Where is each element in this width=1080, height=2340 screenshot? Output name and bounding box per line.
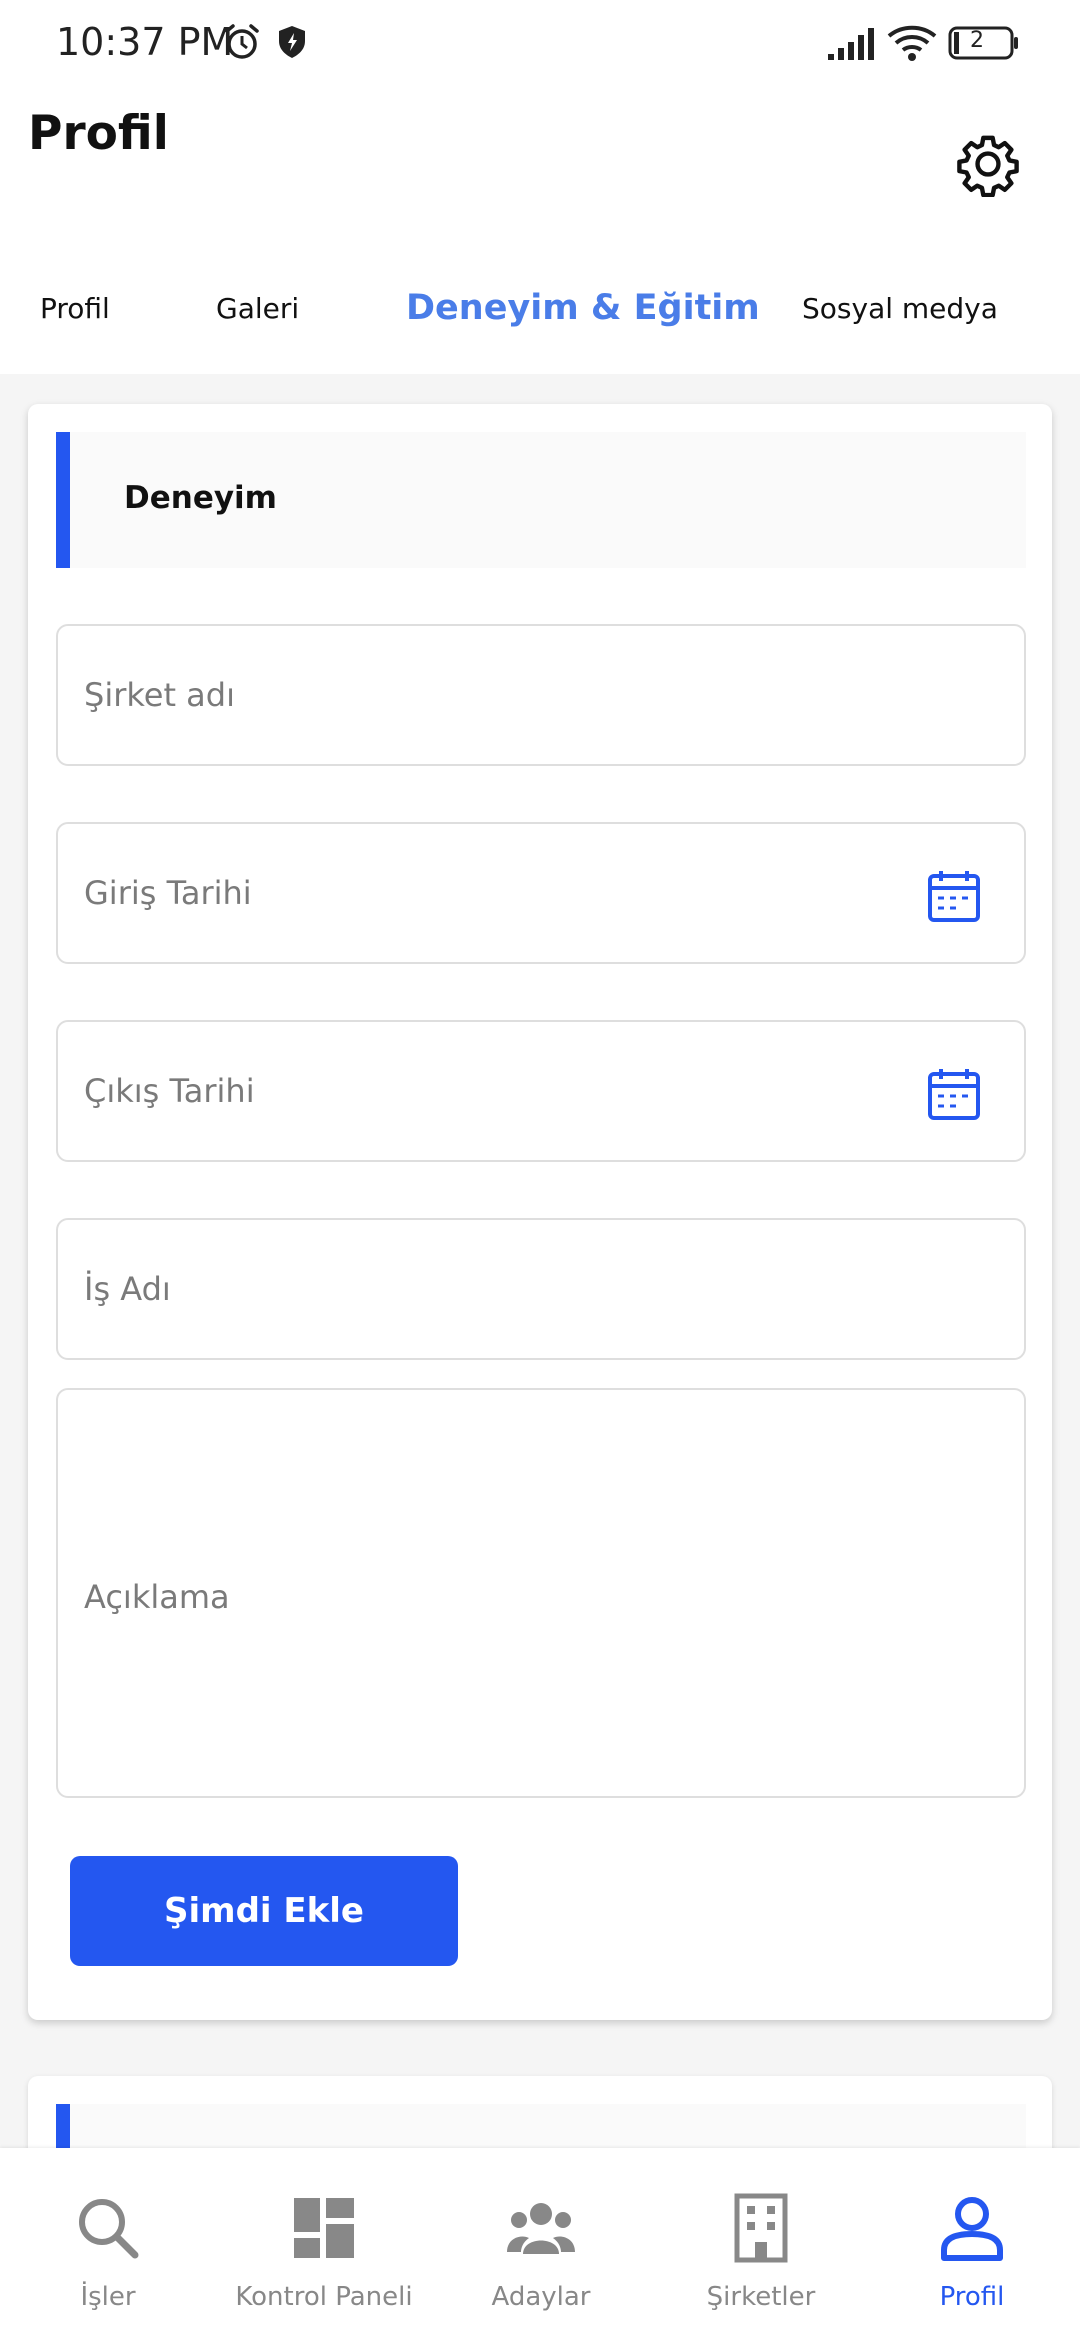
start-date-placeholder: Giriş Tarihi: [84, 874, 252, 912]
gear-icon: [957, 135, 1019, 197]
nav-label: Profil: [939, 2282, 1005, 2312]
person-icon: [941, 2197, 1003, 2261]
start-date-field[interactable]: Giriş Tarihi: [56, 822, 1026, 964]
add-now-button[interactable]: Şimdi Ekle: [70, 1856, 458, 1966]
section-accent-bar: [56, 432, 70, 568]
nav-item-isler[interactable]: İşler: [48, 2148, 168, 2340]
settings-button[interactable]: [952, 128, 1024, 200]
job-title-placeholder: İş Adı: [84, 1270, 171, 1308]
nav-label: Kontrol Paneli: [235, 2282, 413, 2312]
signal-icon: [828, 28, 874, 60]
search-icon: [79, 2199, 139, 2259]
page-title: Profil: [28, 106, 169, 161]
end-date-field[interactable]: Çıkış Tarihi: [56, 1020, 1026, 1162]
nav-item-profil[interactable]: Profil: [912, 2148, 1032, 2340]
section-header: Deneyim: [56, 432, 1026, 568]
alarm-icon: [225, 24, 259, 59]
battery-icon: [948, 26, 1018, 60]
description-placeholder: Açıklama: [84, 1578, 230, 1616]
status-time: 10:37 PM: [56, 20, 234, 64]
status-bar: 10:37 PM 2: [0, 0, 1080, 84]
company-name-placeholder: Şirket adı: [84, 676, 235, 714]
header: Profil Profil Galeri Deneyim & Eğitim So…: [0, 84, 1080, 374]
nav-label: Şirketler: [706, 2282, 816, 2312]
nav-item-adaylar[interactable]: Adaylar: [476, 2148, 606, 2340]
calendar-icon[interactable]: [926, 868, 982, 924]
dashboard-icon: [294, 2198, 354, 2258]
bottom-navigation: İşler Kontrol Paneli Adaylar Şirketler P…: [0, 2148, 1080, 2340]
people-icon: [507, 2203, 575, 2254]
job-title-field[interactable]: İş Adı: [56, 1218, 1026, 1360]
tab-deneyim-egitim[interactable]: Deneyim & Eğitim: [406, 268, 760, 348]
tab-galeri[interactable]: Galeri: [216, 268, 299, 348]
section-title: Deneyim: [124, 480, 277, 516]
wifi-icon: [887, 25, 937, 61]
shield-icon: [279, 26, 305, 58]
nav-label: Adaylar: [491, 2282, 591, 2312]
tab-bar: Profil Galeri Deneyim & Eğitim Sosyal me…: [0, 268, 1080, 348]
battery-level: 2: [970, 28, 984, 53]
nav-item-sirketler[interactable]: Şirketler: [696, 2148, 826, 2340]
end-date-placeholder: Çıkış Tarihi: [84, 1072, 255, 1110]
nav-label: İşler: [80, 2282, 136, 2312]
company-name-field[interactable]: Şirket adı: [56, 624, 1026, 766]
nav-item-kontrol-paneli[interactable]: Kontrol Paneli: [234, 2148, 414, 2340]
tab-sosyal-medya[interactable]: Sosyal medya: [802, 268, 998, 348]
calendar-icon[interactable]: [926, 1066, 982, 1122]
tab-profil[interactable]: Profil: [40, 268, 110, 348]
experience-card: Deneyim Şirket adı Giriş Tarihi Çıkış Ta…: [28, 404, 1052, 2020]
building-icon: [734, 2193, 788, 2263]
description-textarea[interactable]: Açıklama: [56, 1388, 1026, 1798]
